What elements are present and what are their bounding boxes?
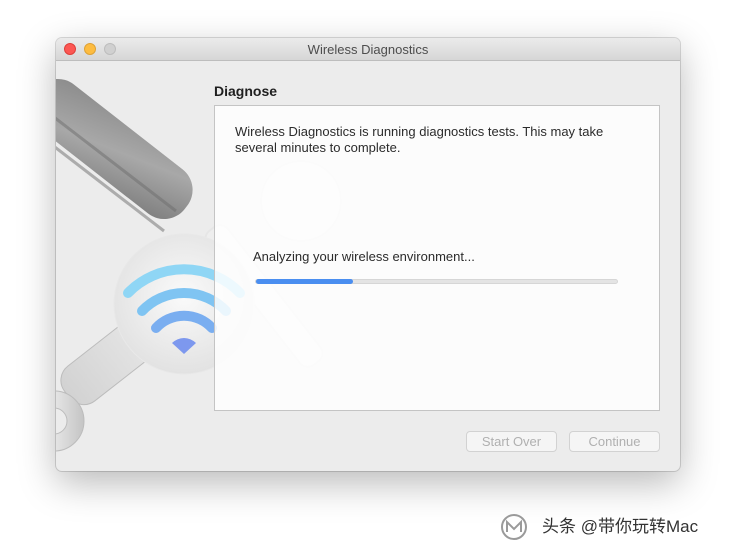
window-title: Wireless Diagnostics (307, 42, 429, 57)
start-over-button[interactable]: Start Over (466, 431, 557, 452)
progress-bar-fill (256, 279, 354, 284)
watermark-logo-icon (501, 514, 527, 540)
title-bar[interactable]: Wireless Diagnostics (56, 38, 680, 61)
page-heading: Diagnose (214, 83, 278, 99)
progress-bar (255, 279, 618, 284)
watermark: 头条 @带你玩转Mac (500, 512, 736, 542)
description-text: Wireless Diagnostics is running diagnost… (235, 124, 604, 155)
watermark-text: 头条 @带你玩转Mac (542, 517, 699, 536)
content-panel: Wireless Diagnostics is running diagnost… (214, 105, 660, 411)
wireless-diagnostics-window: Wireless Diagnostics Diagnose Wireless D… (56, 38, 680, 471)
continue-button[interactable]: Continue (569, 431, 660, 452)
status-text: Analyzing your wireless environment... (253, 249, 475, 264)
screwdriver-icon (56, 78, 193, 233)
